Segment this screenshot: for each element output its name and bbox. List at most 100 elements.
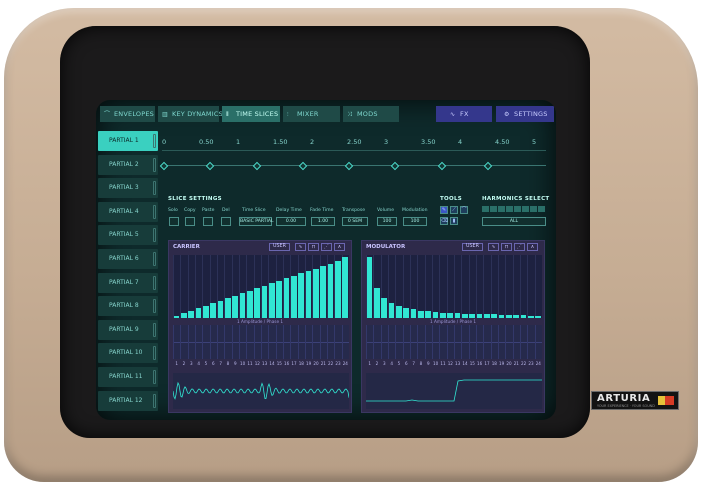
curve-tool-icon[interactable]: ⌒ — [460, 206, 468, 214]
harmonic-bar[interactable] — [261, 285, 268, 318]
harmonic-select-cell[interactable] — [482, 206, 489, 212]
partial-item[interactable]: PARTIAL 1 — [98, 131, 158, 151]
phase-column[interactable] — [498, 325, 504, 359]
modulator-user-preset[interactable]: USER — [462, 243, 483, 251]
square-wave-icon[interactable]: ⊓ — [501, 243, 512, 251]
partial-handle[interactable] — [153, 181, 156, 196]
volume-field[interactable]: 100 — [377, 217, 397, 226]
transpose-field[interactable]: 0 SEM — [342, 217, 368, 226]
harmonic-bar[interactable] — [195, 308, 202, 318]
phase-column[interactable] — [512, 325, 519, 359]
harmonic-bar[interactable] — [440, 312, 446, 318]
harmonic-bar[interactable] — [203, 305, 209, 318]
harmonic-bar[interactable] — [276, 280, 283, 318]
partial-handle[interactable] — [153, 275, 156, 290]
harmonic-bar[interactable] — [520, 314, 527, 318]
harmonic-bar[interactable] — [232, 296, 239, 318]
phase-column[interactable] — [395, 325, 401, 359]
harmonic-select-cell[interactable] — [514, 206, 521, 212]
solo-button[interactable] — [169, 217, 179, 226]
harmonic-bar[interactable] — [320, 266, 327, 318]
slice-timeline[interactable] — [159, 150, 546, 178]
slice-point[interactable] — [390, 161, 400, 170]
harmonic-bar[interactable] — [269, 283, 275, 318]
phase-column[interactable] — [195, 325, 201, 359]
phase-column[interactable] — [187, 325, 194, 359]
partial-handle[interactable] — [153, 204, 156, 219]
phase-column[interactable] — [527, 325, 533, 359]
harmonic-bar[interactable] — [506, 314, 512, 318]
harmonic-bar[interactable] — [381, 297, 388, 318]
sine-wave-icon[interactable]: ∿ — [295, 243, 306, 251]
partial-handle[interactable] — [153, 251, 156, 266]
phase-column[interactable] — [275, 325, 282, 359]
modulator-amplitude-graph[interactable] — [366, 255, 542, 318]
harmonic-bar[interactable] — [403, 307, 410, 318]
harmonic-select-cell[interactable] — [490, 206, 497, 212]
slice-point[interactable] — [483, 161, 493, 170]
phase-column[interactable] — [373, 325, 379, 359]
phase-column[interactable] — [476, 325, 482, 359]
triangle-wave-icon[interactable]: ∧ — [527, 243, 538, 251]
harmonic-bar[interactable] — [462, 313, 468, 318]
phase-column[interactable] — [217, 325, 223, 359]
harmonic-bar[interactable] — [491, 314, 498, 318]
phase-column[interactable] — [366, 325, 372, 359]
partial-handle[interactable] — [153, 228, 156, 243]
phase-column[interactable] — [424, 325, 431, 359]
phase-column[interactable] — [410, 325, 416, 359]
harmonic-bar[interactable] — [342, 257, 349, 318]
harmonic-bar[interactable] — [217, 300, 224, 318]
phase-column[interactable] — [305, 325, 311, 359]
partial-item[interactable]: PARTIAL 10 — [98, 343, 158, 364]
phase-column[interactable] — [268, 325, 274, 359]
phase-column[interactable] — [180, 325, 186, 359]
harmonic-select-cell[interactable] — [506, 206, 513, 212]
phase-column[interactable] — [461, 325, 467, 359]
partial-handle[interactable] — [153, 346, 156, 361]
partial-item[interactable]: PARTIAL 7 — [98, 272, 158, 293]
phase-column[interactable] — [341, 325, 348, 359]
harmonic-bar[interactable] — [498, 314, 505, 318]
phase-column[interactable] — [312, 325, 318, 359]
harmonic-bar[interactable] — [181, 313, 187, 318]
partial-item[interactable]: PARTIAL 3 — [98, 178, 158, 199]
partial-handle[interactable] — [153, 369, 156, 384]
harmonic-bar[interactable] — [291, 275, 297, 318]
carrier-user-preset[interactable]: USER — [269, 243, 290, 251]
saw-wave-icon[interactable]: ⋰ — [321, 243, 332, 251]
harmonic-bar[interactable] — [374, 287, 380, 318]
partial-item[interactable]: PARTIAL 12 — [98, 390, 158, 411]
partial-handle[interactable] — [153, 393, 156, 408]
copy-button[interactable] — [185, 217, 195, 226]
harmonic-bar[interactable] — [173, 315, 180, 318]
slice-point[interactable] — [159, 161, 169, 170]
phase-column[interactable] — [224, 325, 230, 359]
phase-column[interactable] — [454, 325, 460, 359]
pencil-tool-icon[interactable]: ✎ — [440, 206, 448, 214]
phase-column[interactable] — [246, 325, 252, 359]
carrier-amplitude-graph[interactable] — [173, 255, 349, 318]
tab-mods[interactable]: ⤨ MODS — [343, 106, 399, 122]
harmonic-bar[interactable] — [535, 315, 542, 318]
phase-column[interactable] — [468, 325, 475, 359]
phase-column[interactable] — [520, 325, 526, 359]
partial-handle[interactable] — [153, 322, 156, 337]
phase-column[interactable] — [432, 325, 438, 359]
partial-item[interactable]: PARTIAL 5 — [98, 225, 158, 246]
harmonics-select-grid[interactable] — [482, 206, 546, 214]
harmonic-bar[interactable] — [239, 293, 246, 318]
eraser-tool-icon[interactable]: ⌫ — [440, 217, 448, 225]
harmonic-bar[interactable] — [388, 302, 395, 318]
paste-button[interactable] — [203, 217, 213, 226]
harmonic-bar[interactable] — [418, 310, 424, 318]
phase-column[interactable] — [239, 325, 245, 359]
partial-handle[interactable] — [153, 157, 156, 172]
phase-column[interactable] — [261, 325, 267, 359]
phase-column[interactable] — [505, 325, 511, 359]
harmonic-bar[interactable] — [254, 288, 261, 318]
harmonic-select-cell[interactable] — [538, 206, 545, 212]
harmonic-bar[interactable] — [298, 273, 305, 318]
phase-column[interactable] — [483, 325, 489, 359]
phase-column[interactable] — [402, 325, 409, 359]
